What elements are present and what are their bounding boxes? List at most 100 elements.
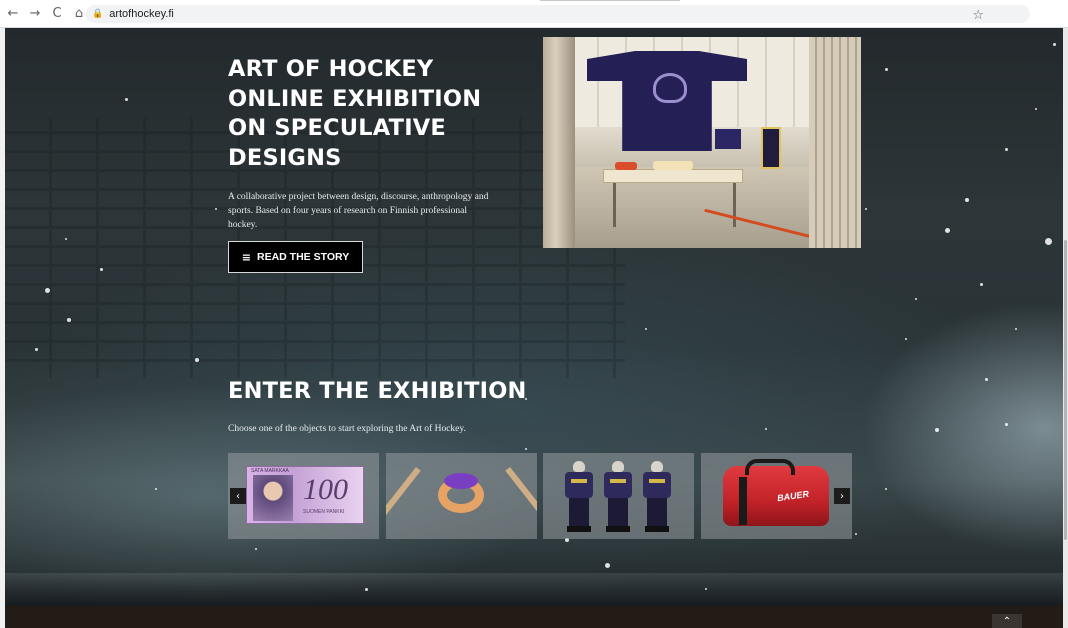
photo-door-left [543, 37, 575, 248]
banknote-image: SATA MARKKAA 100 SUOMEN PANKKI [246, 466, 364, 524]
banknote-numeral: 100 [303, 473, 348, 506]
banknote-small-text: SUOMEN PANKKI [303, 509, 345, 515]
snow-flake [945, 228, 950, 233]
player-legs [647, 498, 667, 526]
carousel-next-icon[interactable]: › [834, 488, 850, 504]
photo-object [615, 162, 637, 170]
browser-toolbar: ← → C ⌂ 🔒 artofhockey.fi ☆ [0, 0, 1068, 28]
snow-flake [195, 358, 199, 362]
player-torso [565, 472, 593, 498]
photo-display-table [603, 169, 743, 183]
snow-flake [1045, 238, 1052, 245]
hero-description: A collaborative project between design, … [228, 192, 489, 230]
player-skates [645, 526, 669, 532]
object-card-hockey-bag[interactable]: BAUER [701, 453, 852, 539]
snow-flake [125, 98, 128, 101]
player-legs [608, 498, 628, 526]
bag-strap [739, 477, 747, 525]
snow-flake [865, 208, 867, 210]
read-the-story-button[interactable]: ≡ READ THE STORY [228, 241, 363, 273]
photo-object [653, 161, 693, 170]
player-figure [604, 461, 632, 533]
snow-flake [885, 488, 887, 490]
tab-strip [540, 0, 680, 4]
object-card-banknote[interactable]: SATA MARKKAA 100 SUOMEN PANKKI [228, 453, 379, 539]
snow-flake [1005, 148, 1008, 151]
carousel-prev-icon[interactable]: ‹ [230, 488, 246, 504]
snow-flake [365, 588, 368, 591]
snow-flake [885, 68, 888, 71]
hero-background: ART OF HOCKEY ONLINE EXHIBITION ON SPECU… [5, 28, 1063, 608]
snow-flake [605, 563, 610, 568]
player-stripe [649, 479, 665, 483]
bookmark-star-icon[interactable]: ☆ [972, 8, 984, 23]
player-stripe [571, 479, 587, 483]
url-text[interactable]: artofhockey.fi [109, 8, 174, 20]
snow-flake [45, 288, 50, 293]
scrollbar-thumb[interactable] [1064, 240, 1067, 540]
player-helmet [612, 461, 624, 472]
reload-icon[interactable]: C [48, 5, 66, 23]
snow-flake [645, 328, 647, 330]
photo-table-leg [733, 183, 736, 227]
hero-title: ART OF HOCKEY ONLINE EXHIBITION ON SPECU… [228, 55, 548, 173]
lock-icon: 🔒 [92, 9, 104, 19]
back-arrow-icon[interactable]: ← [4, 5, 22, 23]
footer-bar [5, 606, 1063, 628]
bag-handle [745, 459, 795, 475]
forward-arrow-icon[interactable]: → [26, 5, 44, 23]
snow-flake [35, 348, 38, 351]
snow-flake [915, 298, 917, 300]
hero-title-line-2: ONLINE EXHIBITION [228, 85, 482, 112]
menu-lines-icon: ≡ [241, 250, 252, 264]
banknote-portrait [253, 475, 293, 521]
snow-flake [65, 238, 67, 240]
player-figure [565, 461, 593, 533]
banknote-top-text: SATA MARKKAA [251, 468, 289, 474]
snow-flake [255, 548, 257, 550]
photo-door-right [809, 37, 861, 248]
snow-flake [985, 378, 988, 381]
object-card-players[interactable] [543, 453, 694, 539]
photo-banner [761, 127, 781, 169]
snow-flake [935, 428, 939, 432]
snow-flake [67, 318, 71, 322]
hero-title-line-3: ON SPECULATIVE [228, 115, 446, 141]
enter-exhibition-title: ENTER THE EXHIBITION [228, 378, 527, 404]
snow-flake [765, 428, 767, 430]
snow-flake [1015, 328, 1017, 330]
snow-flake [905, 338, 907, 340]
photo-jersey-emblem [653, 73, 687, 103]
exhibition-photo [543, 37, 861, 248]
snow-flake [1053, 43, 1056, 46]
player-torso [643, 472, 671, 498]
snow-flake [705, 588, 707, 590]
player-stripe [610, 479, 626, 483]
object-carousel: SATA MARKKAA 100 SUOMEN PANKKI BAUER ‹ › [228, 453, 852, 539]
hockey-stick-right [505, 467, 537, 526]
read-the-story-label: READ THE STORY [257, 251, 350, 263]
enter-exhibition-subtitle: Choose one of the objects to start explo… [228, 424, 466, 434]
snow-flake [965, 198, 969, 202]
snow-flake [1035, 108, 1037, 110]
hero-title-line-4: DESIGNS [228, 144, 342, 171]
snow-flake [525, 448, 527, 450]
object-card-puck-sticks[interactable] [386, 453, 537, 539]
snow-flake [855, 533, 857, 535]
player-skates [567, 526, 591, 532]
address-bar[interactable]: 🔒 artofhockey.fi ☆ [86, 5, 1030, 23]
scroll-to-top-icon[interactable]: ⌃ [992, 614, 1022, 628]
snow-flake [980, 283, 983, 286]
player-figure [643, 461, 671, 533]
puck-top [444, 473, 478, 489]
snow-flake [1005, 423, 1008, 426]
player-helmet [651, 461, 663, 472]
photo-small-jersey [715, 129, 741, 149]
photo-table-leg [613, 183, 616, 227]
player-helmet [573, 461, 585, 472]
snow-flake [155, 488, 157, 490]
snow-flake [100, 268, 103, 271]
ice-surface [5, 573, 1063, 608]
snow-flake [215, 208, 217, 210]
hero-title-line-1: ART OF HOCKEY [228, 56, 434, 82]
